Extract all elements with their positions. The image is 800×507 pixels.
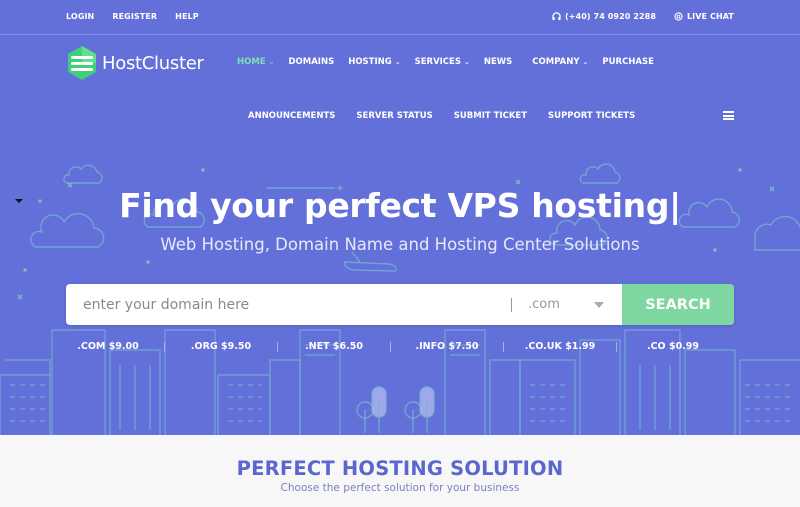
tld-price: $1.99 [565,341,596,352]
nav-label: PURCHASE [602,57,654,67]
nav-label: NEWS [483,57,513,67]
live-chat-label: LIVE CHAT [686,12,734,21]
nav-hosting[interactable]: HOSTING ⌄ [348,57,400,67]
hero-section: LOGIN REGISTER HELP (+40) 74 0920 2288 L… [0,0,800,435]
tld-name: .COM [77,341,106,352]
domain-search-input[interactable] [66,284,511,325]
tld-price-list: .COM $9.00 .ORG $9.50 .NET $6.50 .INFO $… [60,341,740,352]
divider [164,341,165,352]
cloud-icon [579,163,621,184]
hero-subtitle: Web Hosting, Domain Name and Hosting Cen… [160,235,640,254]
nav-label: SERVICES [414,57,461,67]
tld-price: $6.50 [332,341,363,352]
divider [390,341,391,352]
chevron-down-icon: ⌄ [463,58,470,66]
hero-title: Find your perfect VPS hosting| [119,186,681,225]
nav-server-status[interactable]: SERVER STATUS [356,111,432,121]
cloud-icon [63,164,103,184]
tld-price: $9.50 [221,341,252,352]
live-chat-link[interactable]: LIVE CHAT [674,12,734,21]
tld-price: $0.99 [668,341,700,352]
tld-price-item: .ORG $9.50 [173,341,269,352]
tld-price-item: .COM $9.00 [60,341,156,352]
tld-name: .NET [305,341,330,352]
airplane-icon [343,251,397,272]
nav-label: DOMAINS [288,57,335,67]
section-subtitle: Choose the perfect solution for your bus… [280,482,520,494]
tld-price: $9.00 [108,341,139,352]
tld-name: .ORG [190,341,218,352]
search-button[interactable]: SEARCH [622,284,734,325]
tld-price-item: .NET $6.50 [286,341,382,352]
contact-links: (+40) 74 0920 2288 LIVE CHAT [552,12,734,21]
headset-icon [552,12,561,21]
secondary-nav: ANNOUNCEMENTS SERVER STATUS SUBMIT TICKE… [248,111,635,121]
divider [277,341,278,352]
nav-label: COMPANY [532,57,580,67]
hosting-solution-section: PERFECT HOSTING SOLUTION Choose the perf… [0,435,800,507]
tld-name: .INFO [415,341,446,352]
nav-purchase[interactable]: PURCHASE [602,57,654,67]
server-stack-logo-icon [68,46,96,80]
tree-icon [356,386,387,433]
top-bar: LOGIN REGISTER HELP (+40) 74 0920 2288 L… [0,0,800,35]
tld-name: .CO.UK [524,341,562,352]
chevron-down-icon: ⌄ [582,58,589,66]
tld-select[interactable]: .com [512,284,622,325]
nav-submit-ticket[interactable]: SUBMIT TICKET [454,111,527,121]
tld-price-item: .CO $0.99 [625,341,721,352]
section-title: PERFECT HOSTING SOLUTION [236,457,564,480]
divider [503,341,504,352]
register-link[interactable]: REGISTER [112,12,157,21]
nav-label: HOSTING [348,57,392,67]
nav-support-tickets[interactable]: SUPPORT TICKETS [548,111,635,121]
nav-home[interactable]: HOME ⌄ [237,57,274,67]
nav-news[interactable]: NEWS [484,57,512,67]
brand-name: HostCluster [102,52,204,74]
help-link[interactable]: HELP [175,12,199,21]
phone-contact[interactable]: (+40) 74 0920 2288 [552,12,656,21]
chevron-down-icon: ⌄ [268,58,275,66]
tld-name: .CO [646,341,666,352]
caret-down-icon [594,301,604,308]
tld-price: $7.50 [448,341,479,352]
tld-price-item: .INFO $7.50 [399,341,495,352]
tld-price-item: .CO.UK $1.99 [512,341,608,352]
account-links: LOGIN REGISTER HELP [66,12,199,21]
nav-label: HOME [237,57,266,67]
tree-icon [404,386,435,433]
phone-number: (+40) 74 0920 2288 [565,12,656,21]
main-nav: HOME ⌄ DOMAINS HOSTING ⌄ SERVICES ⌄ NEWS CO… [237,57,668,67]
at-icon [674,12,683,21]
nav-domains[interactable]: DOMAINS [288,57,334,67]
nav-services[interactable]: SERVICES ⌄ [415,57,470,67]
brand-logo[interactable]: HostCluster [66,45,204,81]
nav-announcements[interactable]: ANNOUNCEMENTS [248,111,335,121]
domain-search-form: .com SEARCH [66,284,734,325]
hamburger-icon[interactable] [723,111,734,120]
tld-selected-value: .com [528,297,560,312]
chevron-down-icon: ⌄ [394,58,401,66]
login-link[interactable]: LOGIN [66,12,94,21]
divider [616,341,617,352]
nav-company[interactable]: COMPANY ⌄ [532,57,588,67]
